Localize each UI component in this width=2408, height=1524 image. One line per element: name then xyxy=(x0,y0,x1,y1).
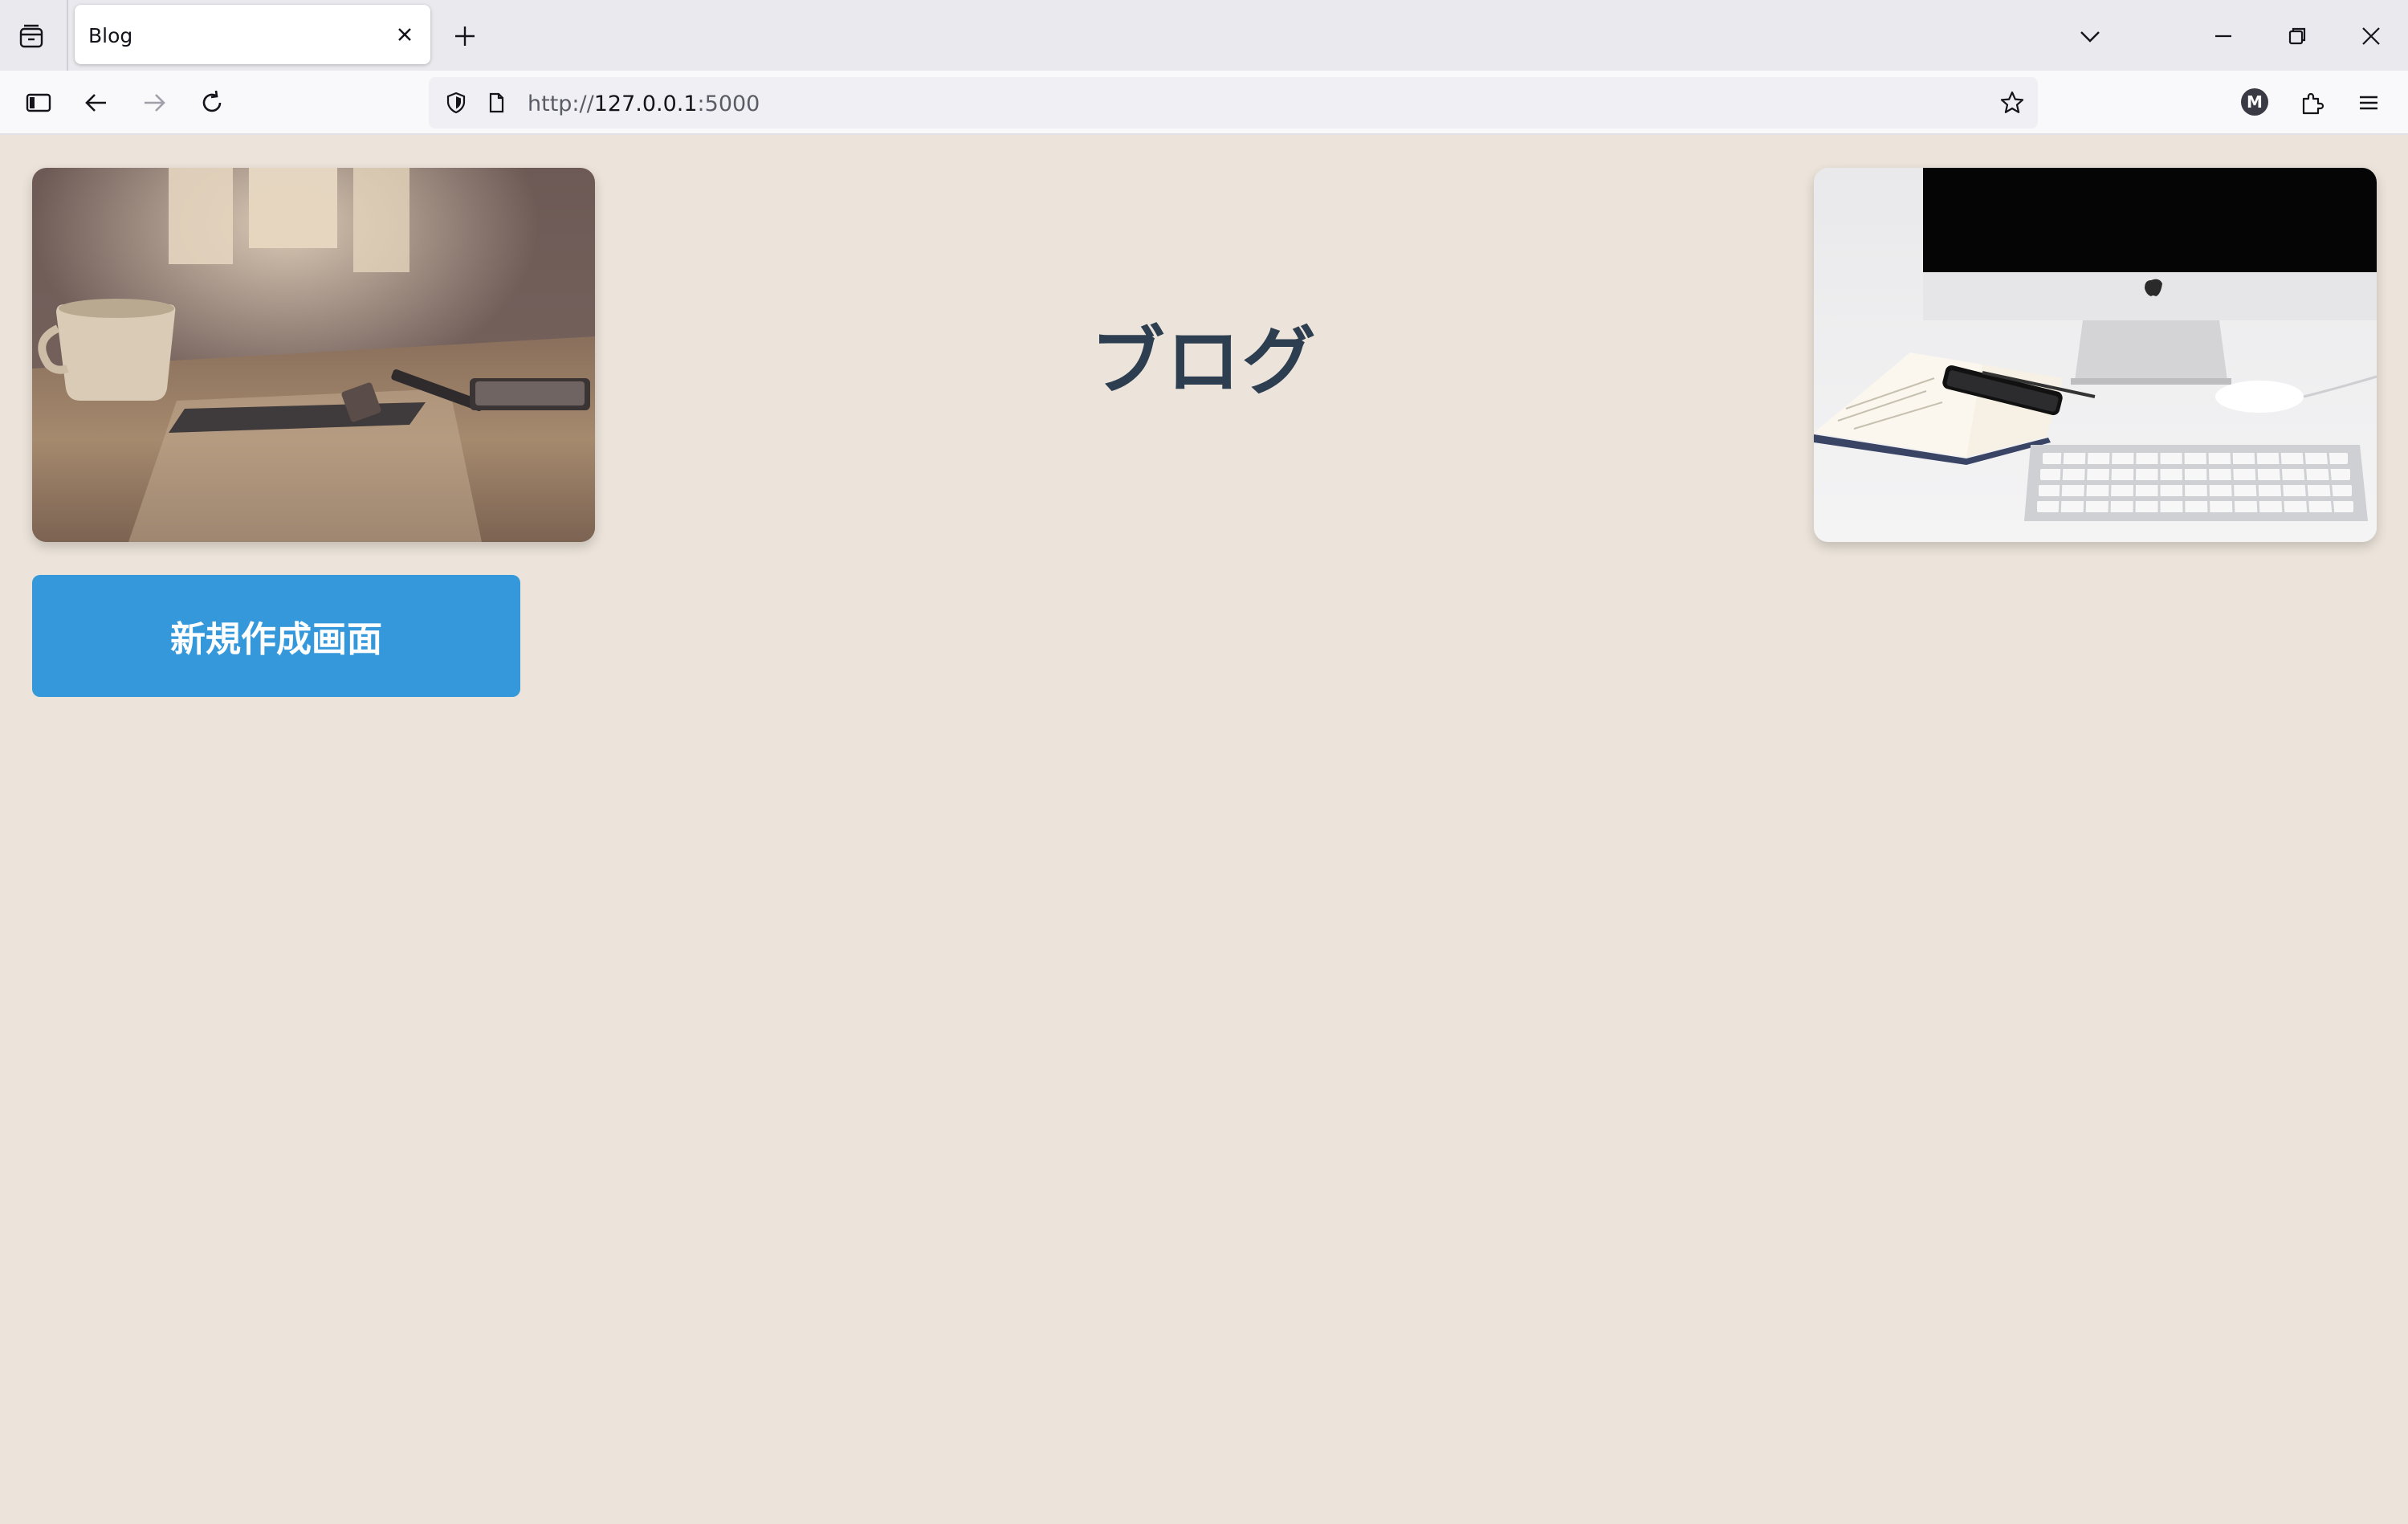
profile-avatar[interactable]: M xyxy=(2241,88,2268,116)
tab-divider xyxy=(67,0,68,71)
url-scheme: http:// xyxy=(528,92,594,116)
plus-icon[interactable] xyxy=(448,19,482,53)
tab-blog[interactable]: Blog xyxy=(75,5,430,64)
page-body: ブログ 新規作成画面 xyxy=(0,135,2408,1524)
page-icon[interactable] xyxy=(482,88,511,117)
shield-icon[interactable] xyxy=(442,88,471,117)
minimize-icon[interactable] xyxy=(2205,18,2242,55)
url-host: 127.0.0.1 xyxy=(593,92,698,116)
close-icon[interactable] xyxy=(393,22,417,47)
hamburger-icon[interactable] xyxy=(2349,84,2388,122)
tab-list-icon[interactable] xyxy=(13,18,50,55)
arrow-left-icon[interactable] xyxy=(77,84,116,122)
star-icon[interactable] xyxy=(1998,88,2027,117)
reload-icon[interactable] xyxy=(193,84,231,122)
url-port: :5000 xyxy=(697,92,760,116)
restore-icon[interactable] xyxy=(2279,18,2316,55)
tab-title: Blog xyxy=(88,24,133,47)
tab-strip: Blog xyxy=(0,0,2408,71)
puzzle-icon[interactable] xyxy=(2293,84,2332,122)
imac-workspace-photo xyxy=(1814,168,2377,542)
sidebar-icon[interactable] xyxy=(19,84,58,122)
arrow-right-icon[interactable] xyxy=(135,84,173,122)
url-text[interactable]: http://127.0.0.1:5000 xyxy=(528,92,760,116)
navigation-toolbar: http://127.0.0.1:5000 M xyxy=(0,71,2408,135)
chevron-down-icon[interactable] xyxy=(2072,18,2109,55)
new-post-button[interactable]: 新規作成画面 xyxy=(32,575,520,697)
close-window-icon[interactable] xyxy=(2353,18,2390,55)
url-bar[interactable]: http://127.0.0.1:5000 xyxy=(429,77,2038,128)
